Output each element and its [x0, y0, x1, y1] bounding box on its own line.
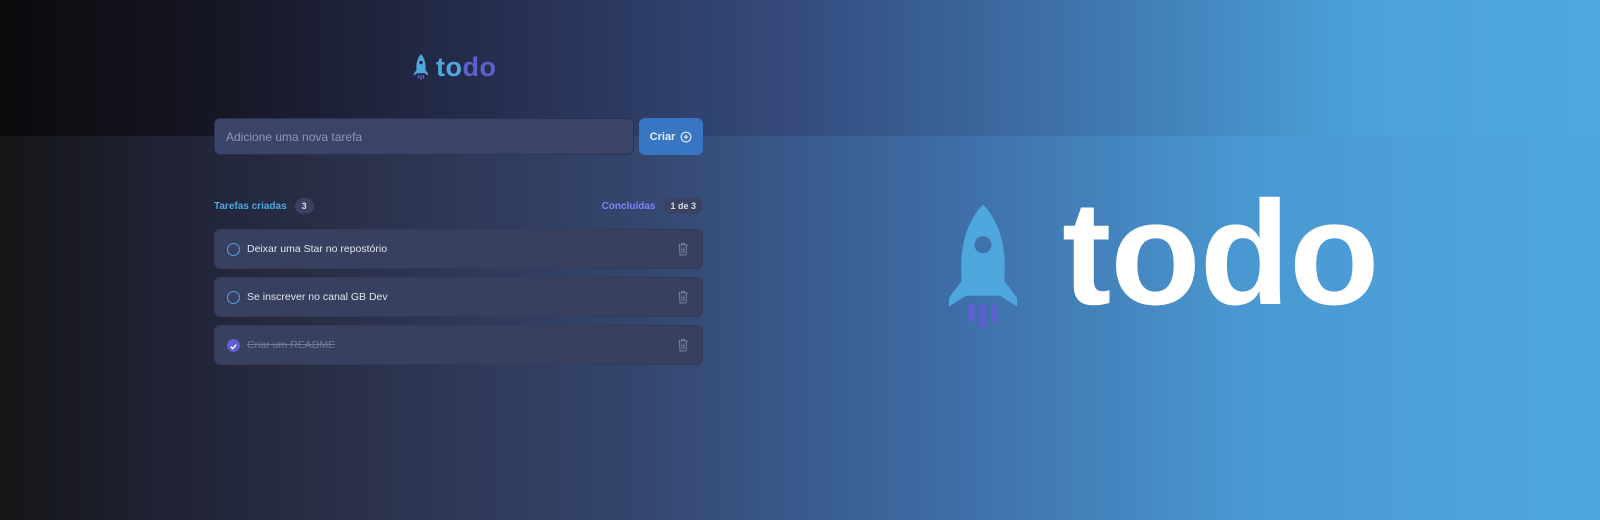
task-checkbox-checked[interactable]	[227, 339, 240, 352]
rocket-icon	[413, 53, 429, 81]
task-item: Se inscrever no canal GB Dev	[214, 277, 703, 317]
created-count-badge: 3	[294, 198, 314, 214]
create-button[interactable]: Criar	[639, 118, 703, 155]
hero-logo: todo	[940, 180, 1379, 332]
task-checkbox[interactable]	[227, 243, 240, 256]
rocket-icon	[948, 204, 1018, 328]
hero-logo-text: todo	[1062, 171, 1379, 336]
trash-icon[interactable]	[677, 242, 689, 256]
created-counter: Tarefas criadas 3	[214, 198, 314, 214]
task-item: Criar um README	[214, 325, 703, 365]
task-text: Se inscrever no canal GB Dev	[247, 291, 388, 303]
logo-to: to	[436, 52, 463, 82]
trash-icon[interactable]	[677, 290, 689, 304]
app-logo: todo	[412, 52, 496, 82]
app-logo-text: todo	[436, 52, 496, 82]
trash-icon[interactable]	[677, 338, 689, 352]
new-task-input[interactable]	[214, 118, 634, 155]
header-band	[0, 0, 1600, 136]
plus-circle-icon	[680, 131, 692, 142]
create-button-label: Criar	[649, 130, 676, 143]
logo-do: do	[462, 52, 497, 82]
done-count-badge: 1 de 3	[663, 198, 703, 214]
task-text: Deixar uma Star no repostório	[247, 243, 388, 255]
done-label: Concluídas	[601, 200, 656, 212]
task-text: Criar um README	[247, 339, 336, 351]
task-checkbox[interactable]	[227, 291, 240, 304]
check-icon	[230, 343, 237, 350]
task-item: Deixar uma Star no repostório	[214, 229, 703, 269]
created-label: Tarefas criadas	[214, 200, 287, 212]
done-counter: Concluídas 1 de 3	[602, 198, 703, 214]
